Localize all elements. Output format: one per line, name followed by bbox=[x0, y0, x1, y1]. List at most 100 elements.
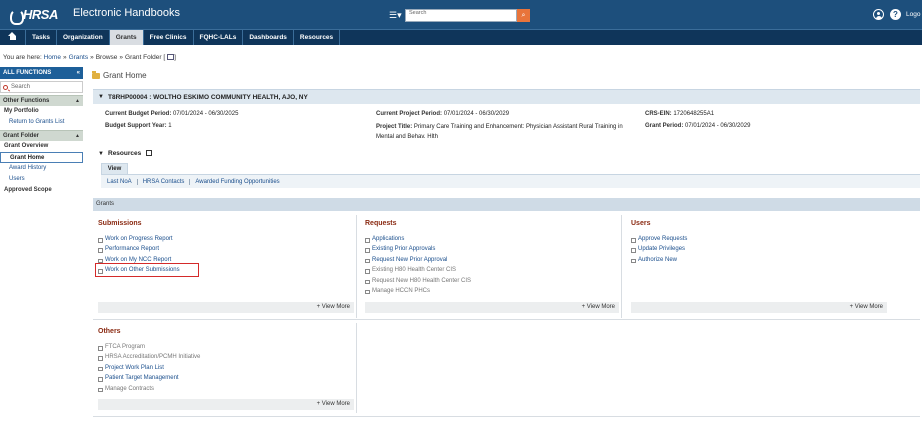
link-applications[interactable]: Applications bbox=[365, 234, 620, 244]
column-divider bbox=[621, 215, 622, 318]
resources-title: Resources bbox=[108, 150, 142, 157]
current-budget-period: Current Budget Period: 07/01/2024 - 06/3… bbox=[105, 111, 238, 117]
breadcrumb-open-bracket: [ bbox=[163, 54, 166, 61]
current-project-period: Current Project Period: 07/01/2024 - 06/… bbox=[376, 111, 509, 117]
link-hrsa-accreditation: HRSA Accreditation/PCMH Initiative bbox=[98, 352, 356, 362]
link-request-new-prior-approval[interactable]: Request New Prior Approval bbox=[365, 255, 620, 265]
sidebar-item-award-history[interactable]: Award History bbox=[0, 163, 83, 174]
link-manage-contracts: Manage Contracts bbox=[98, 384, 356, 394]
hamburger-menu-icon[interactable]: ☰▾ bbox=[389, 10, 403, 20]
nav-fqhc-lals[interactable]: FQHC-LALs bbox=[194, 30, 244, 45]
nav-home[interactable] bbox=[0, 30, 26, 45]
link-manage-hccn-phcs: Manage HCCN PHCs bbox=[365, 286, 620, 296]
collapse-triangle-icon: ▲ bbox=[75, 98, 80, 104]
tab-view[interactable]: View bbox=[101, 163, 128, 174]
breadcrumb-grants[interactable]: Grants bbox=[69, 54, 89, 61]
nav-tasks[interactable]: Tasks bbox=[26, 30, 57, 45]
info-label: CRS-EIN: bbox=[645, 111, 672, 117]
requests-view-more[interactable]: + View More bbox=[365, 302, 619, 313]
sidebar-item-grant-home[interactable]: Grant Home bbox=[0, 152, 83, 163]
breadcrumb-prefix: You are here: bbox=[3, 54, 42, 61]
link-patient-target-management[interactable]: Patient Target Management bbox=[98, 373, 356, 383]
info-value: 1 bbox=[168, 123, 172, 129]
sidebar-header: ALL FUNCTIONS « bbox=[0, 67, 83, 79]
collapse-triangle-icon: ▼ bbox=[98, 94, 104, 100]
sidebar-section-grant-folder[interactable]: Grant Folder ▲ bbox=[0, 130, 83, 141]
nav-organization[interactable]: Organization bbox=[57, 30, 110, 45]
nav-dashboards[interactable]: Dashboards bbox=[243, 30, 294, 45]
grant-period: Grant Period: 07/01/2024 - 06/30/2029 bbox=[645, 123, 750, 129]
breadcrumb-grant-folder: Grant Folder bbox=[125, 54, 162, 61]
collapse-triangle-icon: ▲ bbox=[75, 133, 80, 139]
resources-header[interactable]: ▼ Resources bbox=[93, 148, 153, 160]
home-icon bbox=[8, 32, 17, 41]
submissions-title: Submissions bbox=[98, 220, 142, 227]
search-icon[interactable]: ⌕ bbox=[517, 9, 530, 22]
info-value: Primary Care Training and Enhancement: P… bbox=[413, 124, 623, 130]
nav-resources[interactable]: Resources bbox=[294, 30, 341, 45]
column-divider bbox=[356, 215, 357, 318]
sidebar-search-input[interactable]: Search bbox=[0, 81, 83, 93]
requests-list: Applications Existing Prior Approvals Re… bbox=[365, 234, 620, 296]
breadcrumb-close-bracket: ] bbox=[174, 54, 176, 61]
sidebar-section-label: Grant Folder bbox=[3, 133, 40, 139]
global-search-input[interactable]: Search bbox=[405, 9, 517, 22]
page-title: Grant Home bbox=[92, 71, 147, 80]
link-authorize-new[interactable]: Authorize New bbox=[631, 255, 886, 265]
link-update-privileges[interactable]: Update Privileges bbox=[631, 244, 886, 254]
sidebar-section-label: Other Functions bbox=[3, 98, 50, 104]
info-value: 07/01/2024 - 06/30/2025 bbox=[173, 111, 239, 117]
info-value: 07/01/2024 - 06/30/2029 bbox=[443, 111, 510, 117]
hrsa-logo[interactable]: HRSA bbox=[8, 5, 58, 25]
breadcrumb-home[interactable]: Home bbox=[44, 54, 61, 61]
info-label: Current Budget Period: bbox=[105, 111, 172, 117]
sidebar: ALL FUNCTIONS « Search Other Functions ▲ … bbox=[0, 67, 83, 196]
highlight-box bbox=[95, 263, 199, 277]
others-list: FTCA Program HRSA Accreditation/PCMH Ini… bbox=[98, 342, 356, 394]
sidebar-item-users[interactable]: Users bbox=[0, 174, 83, 185]
crs-ein: CRS-EIN: 1720648255A1 bbox=[645, 111, 714, 117]
folder-icon bbox=[92, 71, 100, 79]
user-profile-icon[interactable] bbox=[873, 9, 884, 20]
grant-header[interactable]: ▼ T8RHP00004 : WOLTHO ESKIMO COMMUNITY H… bbox=[93, 89, 920, 104]
info-value: 07/01/2024 - 06/30/2029 bbox=[685, 123, 751, 129]
nav-free-clinics[interactable]: Free Clinics bbox=[144, 30, 194, 45]
requests-title: Requests bbox=[365, 220, 397, 227]
submissions-view-more[interactable]: + View More bbox=[98, 302, 354, 313]
external-link-icon[interactable] bbox=[146, 150, 153, 156]
main-nav: Tasks Organization Grants Free Clinics F… bbox=[0, 29, 922, 45]
sidebar-item-grant-overview: Grant Overview bbox=[4, 143, 49, 149]
info-label: Grant Period: bbox=[645, 123, 684, 129]
info-value: 1720648255A1 bbox=[673, 111, 715, 117]
link-awarded-funding-opportunities[interactable]: Awarded Funding Opportunities bbox=[190, 179, 284, 185]
link-work-on-progress-report[interactable]: Work on Progress Report bbox=[98, 234, 356, 244]
others-view-more[interactable]: + View More bbox=[98, 399, 354, 410]
section-divider bbox=[93, 319, 920, 320]
sidebar-item-my-portfolio: My Portfolio bbox=[4, 108, 39, 114]
breadcrumb-browse: Browse bbox=[95, 54, 118, 61]
link-last-noa[interactable]: Last NoA bbox=[106, 178, 138, 185]
link-hrsa-contacts[interactable]: HRSA Contacts bbox=[138, 178, 191, 185]
info-label: Current Project Period: bbox=[376, 111, 443, 117]
grants-section-header: Grants bbox=[93, 198, 920, 211]
page-title-text: Grant Home bbox=[103, 71, 147, 80]
link-approve-requests[interactable]: Approve Requests bbox=[631, 234, 886, 244]
column-divider bbox=[356, 323, 357, 413]
sidebar-item-return-to-grants-list[interactable]: Return to Grants List bbox=[0, 117, 83, 128]
link-request-new-h80-health-center-cis: Request New H80 Health Center CIS bbox=[365, 276, 620, 286]
link-performance-report[interactable]: Performance Report bbox=[98, 244, 356, 254]
resources-links: Last NoA HRSA Contacts Awarded Funding O… bbox=[101, 174, 920, 188]
link-project-work-plan-list[interactable]: Project Work Plan List bbox=[98, 363, 356, 373]
users-view-more[interactable]: + View More bbox=[631, 302, 887, 313]
nav-grants[interactable]: Grants bbox=[109, 30, 144, 45]
logout-link[interactable]: Logo bbox=[906, 11, 920, 18]
collapse-sidebar-icon[interactable]: « bbox=[77, 67, 80, 79]
link-ftca-program: FTCA Program bbox=[98, 342, 356, 352]
sidebar-section-other-functions[interactable]: Other Functions ▲ bbox=[0, 95, 83, 106]
help-icon[interactable]: ? bbox=[890, 9, 901, 20]
section-divider bbox=[93, 416, 920, 417]
link-existing-prior-approvals[interactable]: Existing Prior Approvals bbox=[365, 244, 620, 254]
users-list: Approve Requests Update Privileges Autho… bbox=[631, 234, 886, 265]
logo-text: HRSA bbox=[23, 7, 58, 22]
sidebar-search-placeholder: Search bbox=[11, 84, 31, 90]
